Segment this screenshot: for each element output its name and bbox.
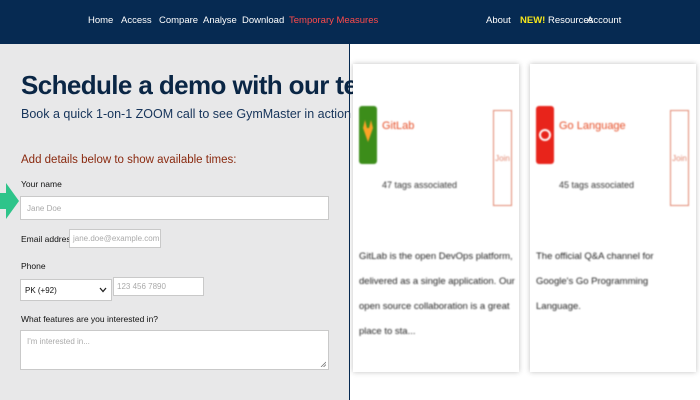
page-title: Schedule a demo with our team — [21, 70, 394, 100]
card-name[interactable]: Go Language — [559, 120, 626, 132]
name-input[interactable]: Jane Doe — [20, 196, 329, 220]
nav-analyse[interactable]: Analyse — [203, 15, 237, 26]
top-navigation: Home Access Compare Analyse Download Tem… — [0, 0, 700, 44]
nav-access[interactable]: Access — [121, 15, 152, 26]
go-logo-icon — [536, 106, 554, 164]
card-name[interactable]: GitLab — [382, 120, 414, 132]
join-button[interactable]: Join — [670, 110, 689, 206]
resize-handle-icon[interactable] — [320, 361, 326, 367]
card-description: GitLab is the open DevOps platform, deli… — [359, 251, 515, 337]
join-button[interactable]: Join — [493, 110, 512, 206]
details-prompt: Add details below to show available time… — [21, 154, 237, 166]
chevron-down-icon — [99, 287, 107, 293]
community-card-go-language[interactable]: Go Language 45 tags associated Join The … — [530, 64, 696, 372]
card-description: The official Q&A channel for Google's Go… — [536, 251, 654, 312]
country-code-value: PK (+92) — [25, 285, 57, 295]
card-tags: 47 tags associated — [382, 180, 458, 190]
nav-resources[interactable]: NEW! Resources — [520, 15, 593, 26]
features-label: What features are you interested in? — [21, 314, 159, 324]
arrow-right-icon — [0, 183, 19, 219]
features-textarea[interactable]: I'm interested in... — [20, 330, 329, 370]
demo-form-panel: Schedule a demo with our team Book a qui… — [0, 44, 394, 400]
country-code-select[interactable]: PK (+92) — [20, 279, 112, 301]
nav-temporary-measures[interactable]: Temporary Measures — [289, 15, 378, 26]
community-card-gitlab[interactable]: GitLab 47 tags associated Join GitLab is… — [353, 64, 519, 372]
email-input[interactable]: jane.doe@example.com — [69, 229, 161, 248]
gitlab-logo-icon — [359, 106, 377, 164]
nav-home[interactable]: Home — [88, 15, 113, 26]
phone-input[interactable]: 123 456 7890 — [113, 277, 204, 296]
nav-account[interactable]: Account — [587, 15, 621, 26]
nav-download[interactable]: Download — [242, 15, 284, 26]
name-label: Your name — [21, 179, 62, 189]
features-placeholder: I'm interested in... — [27, 337, 90, 346]
page-subtitle: Book a quick 1-on-1 ZOOM call to see Gym… — [21, 107, 351, 121]
new-badge: NEW! — [520, 15, 546, 26]
card-tags: 45 tags associated — [559, 180, 635, 190]
nav-about[interactable]: About — [486, 15, 511, 26]
phone-label: Phone — [21, 261, 46, 271]
nav-compare[interactable]: Compare — [159, 15, 198, 26]
email-label: Email address — [21, 234, 75, 244]
